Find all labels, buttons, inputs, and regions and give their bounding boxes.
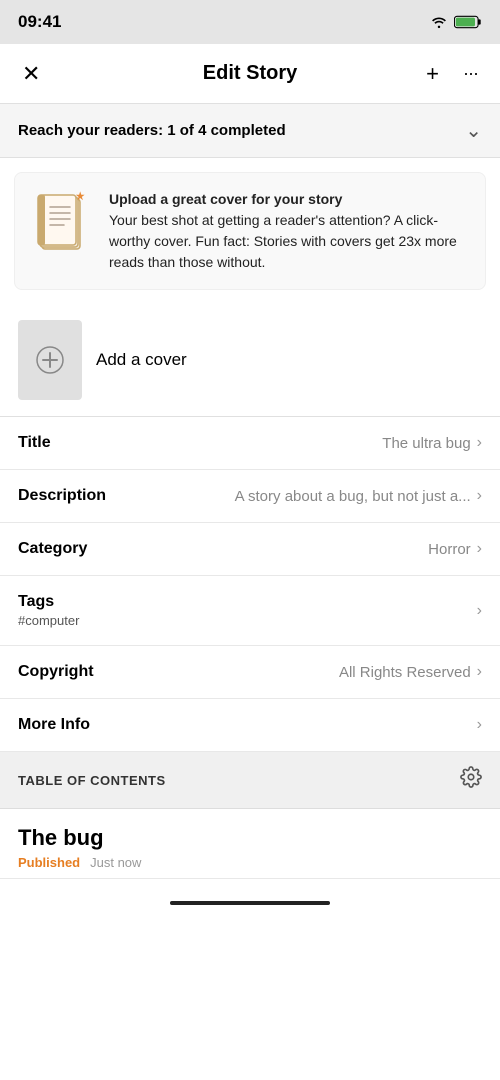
story-status: Published [18, 855, 80, 870]
story-meta: Published Just now [18, 855, 482, 870]
story-details-list: Title The ultra bug › Description A stor… [0, 417, 500, 752]
title-row[interactable]: Title The ultra bug › [0, 417, 500, 470]
info-card-text: Upload a great cover for your story Your… [109, 189, 469, 273]
more-info-chevron: › [477, 716, 482, 734]
reach-chevron: ⌄ [465, 118, 482, 143]
copyright-row[interactable]: Copyright All Rights Reserved › [0, 646, 500, 699]
description-row[interactable]: Description A story about a bug, but not… [0, 470, 500, 523]
tags-row[interactable]: Tags #computer › [0, 576, 500, 646]
wifi-icon [430, 15, 448, 29]
add-button[interactable]: + [422, 57, 443, 91]
more-button[interactable]: ··· [459, 59, 482, 88]
toc-label: TABLE OF CONTENTS [18, 773, 166, 788]
home-indicator [170, 901, 330, 905]
copyright-chevron: › [477, 663, 482, 681]
cover-info-card: Upload a great cover for your story Your… [14, 172, 486, 290]
page-title: Edit Story [203, 62, 297, 85]
reach-text: Reach your readers: 1 of 4 completed [18, 122, 286, 140]
add-cover-label: Add a cover [96, 350, 187, 370]
app-header: ✕ Edit Story + ··· [0, 44, 500, 104]
bottom-indicator [0, 879, 500, 917]
story-list-item[interactable]: The bug Published Just now [0, 809, 500, 879]
status-bar: 09:41 [0, 0, 500, 44]
toc-settings-button[interactable] [460, 766, 482, 794]
battery-icon [454, 15, 482, 29]
header-left: ✕ [18, 57, 44, 91]
header-right: + ··· [422, 57, 482, 91]
status-icons [430, 15, 482, 29]
category-chevron: › [477, 540, 482, 558]
more-info-row[interactable]: More Info › [0, 699, 500, 752]
add-cover-section[interactable]: Add a cover [0, 304, 500, 417]
category-row[interactable]: Category Horror › [0, 523, 500, 576]
description-chevron: › [477, 487, 482, 505]
cover-placeholder [18, 320, 82, 400]
add-cover-icon [35, 345, 65, 375]
close-button[interactable]: ✕ [18, 57, 44, 91]
book-illustration [31, 189, 95, 253]
story-title: The bug [18, 825, 482, 851]
story-time: Just now [90, 855, 141, 870]
reach-banner[interactable]: Reach your readers: 1 of 4 completed ⌄ [0, 104, 500, 158]
status-time: 09:41 [18, 12, 61, 32]
tags-chevron: › [477, 602, 482, 620]
gear-icon [460, 766, 482, 788]
toc-header: TABLE OF CONTENTS [0, 752, 500, 809]
title-chevron: › [477, 434, 482, 452]
